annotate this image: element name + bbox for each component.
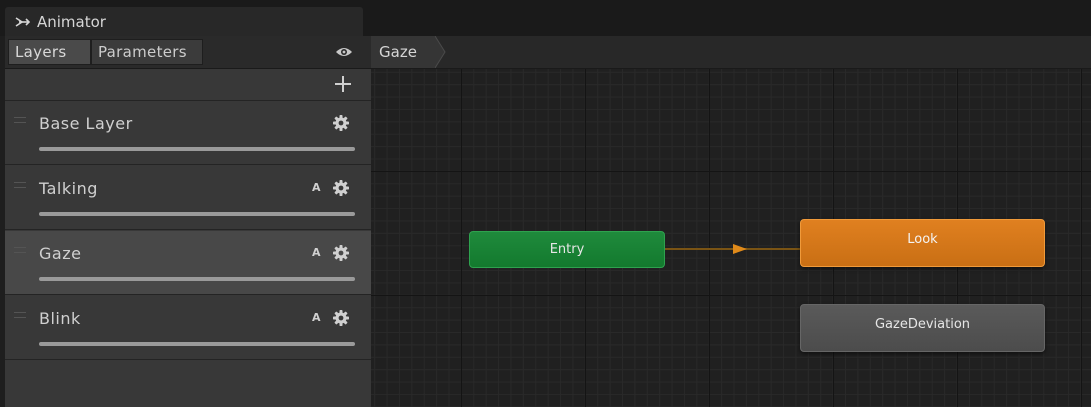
drag-handle-icon[interactable] — [14, 117, 26, 123]
layer-item-blink[interactable]: Blink A — [5, 296, 371, 360]
tab-layers[interactable]: Layers — [8, 39, 91, 65]
layer-weight-bar — [39, 212, 355, 216]
window-tab[interactable]: Animator — [5, 7, 363, 36]
animator-icon — [15, 14, 31, 30]
breadcrumb-separator-icon — [435, 36, 446, 68]
plus-icon[interactable] — [333, 74, 353, 94]
layer-item-talking[interactable]: Talking A — [5, 166, 371, 230]
drag-handle-icon[interactable] — [14, 182, 26, 188]
breadcrumb-item-gaze[interactable]: Gaze — [371, 36, 435, 68]
transition-arrow[interactable] — [665, 244, 801, 254]
window-title: Animator — [37, 12, 106, 31]
layer-item-gaze[interactable]: Gaze A — [5, 231, 371, 295]
gear-icon[interactable] — [332, 179, 350, 197]
animator-window: Animator Layers Parameters Base Layer Ta… — [0, 0, 1091, 407]
drag-handle-icon[interactable] — [14, 312, 26, 318]
layer-name: Gaze — [39, 244, 82, 263]
additive-badge: A — [312, 246, 321, 259]
title-bar: Animator — [0, 0, 1091, 36]
additive-badge: A — [312, 181, 321, 194]
additive-badge: A — [312, 311, 321, 324]
layer-item-base-layer[interactable]: Base Layer — [5, 101, 371, 165]
layer-weight-bar — [39, 342, 355, 346]
state-gaze-deviation[interactable]: GazeDeviation — [800, 304, 1045, 352]
state-entry[interactable]: Entry — [469, 231, 665, 268]
add-layer-row — [5, 69, 371, 101]
breadcrumb: Gaze — [371, 36, 1091, 69]
eye-icon[interactable] — [335, 44, 353, 58]
gear-icon[interactable] — [332, 244, 350, 262]
layer-weight-bar — [39, 147, 355, 151]
panel-toolbar: Layers Parameters — [5, 36, 371, 69]
layer-name: Blink — [39, 309, 81, 328]
layer-weight-bar — [39, 277, 355, 281]
gear-icon[interactable] — [332, 114, 350, 132]
tab-parameters[interactable]: Parameters — [91, 39, 203, 65]
gear-icon[interactable] — [332, 309, 350, 327]
drag-handle-icon[interactable] — [14, 247, 26, 253]
state-look[interactable]: Look — [800, 219, 1045, 267]
layer-name: Talking — [39, 179, 98, 198]
state-machine-graph[interactable]: Entry Look GazeDeviation — [371, 69, 1091, 407]
layers-panel: Layers Parameters Base Layer Talking A G… — [5, 36, 371, 407]
layer-name: Base Layer — [39, 114, 133, 133]
